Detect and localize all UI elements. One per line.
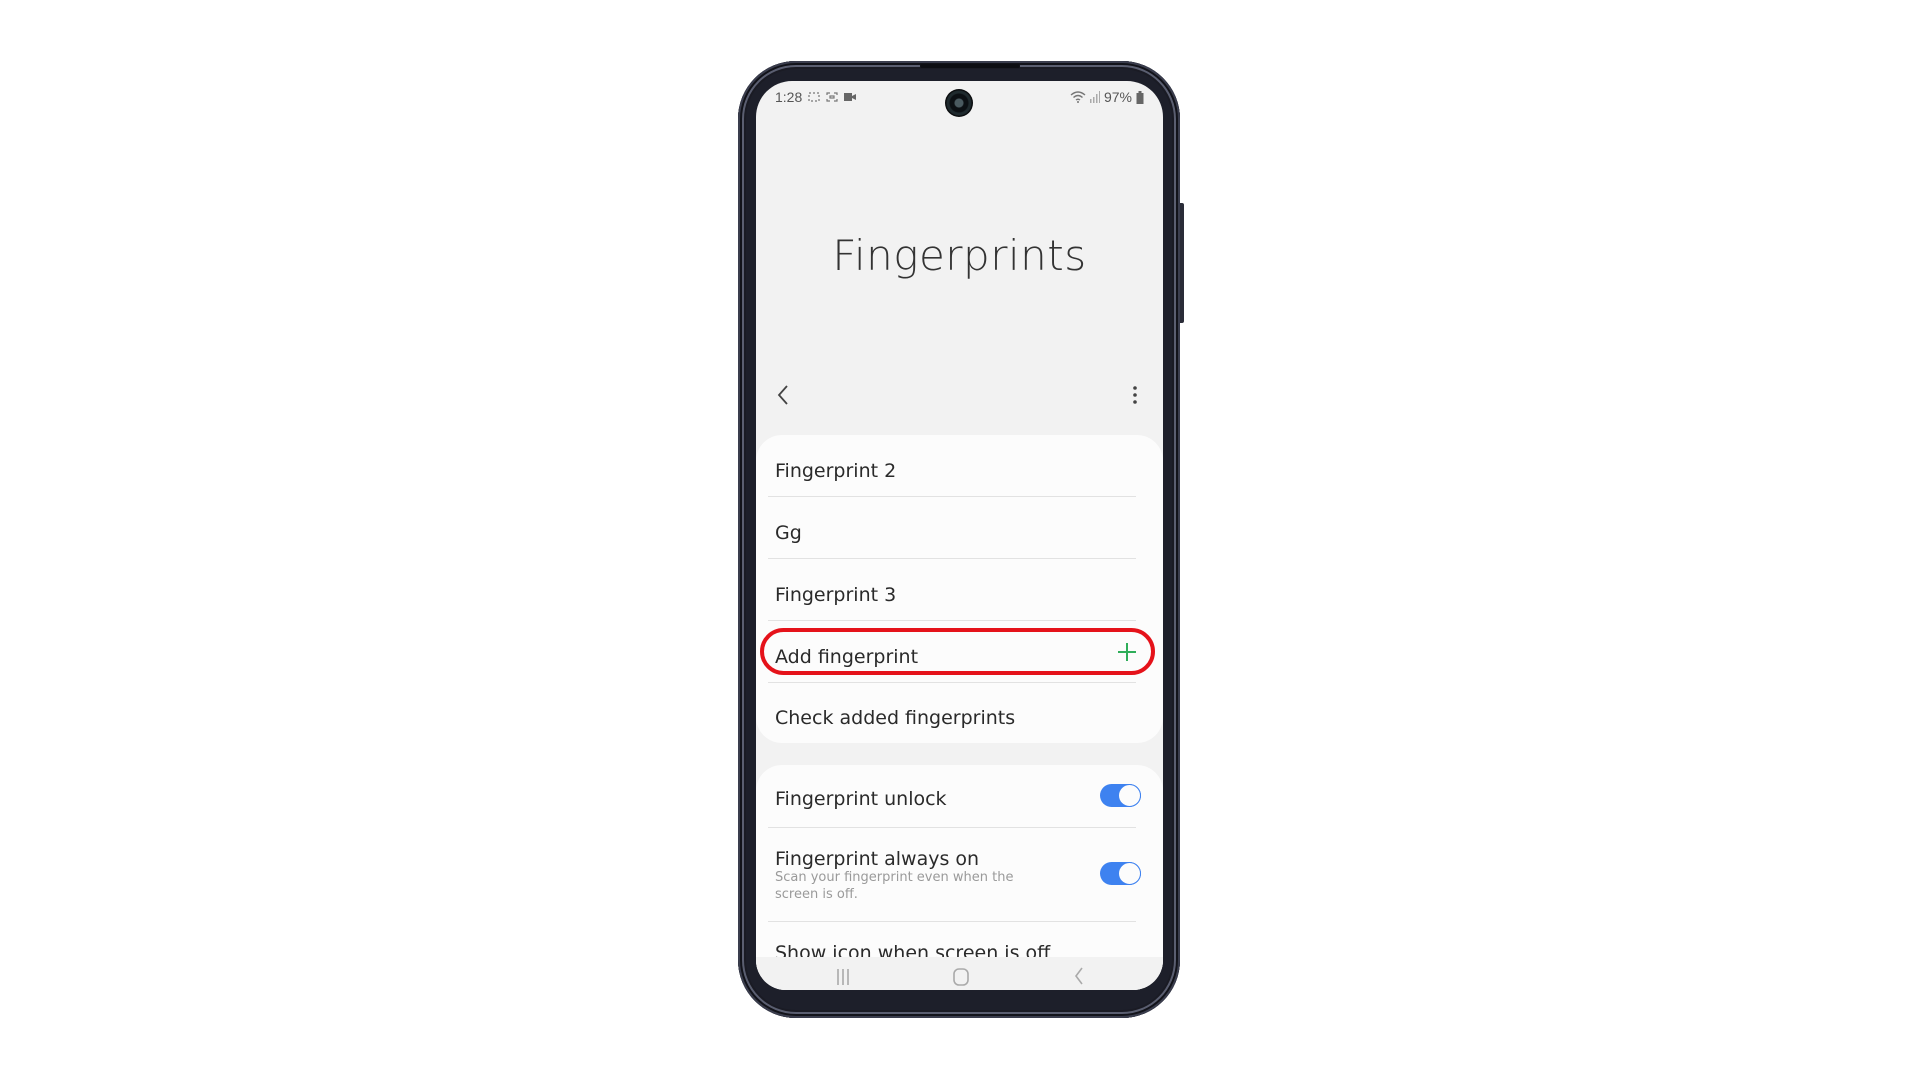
fingerprint-always-on-label: Fingerprint always on: [775, 848, 980, 870]
toggle-knob: [1118, 784, 1141, 807]
signal-icon: [1089, 91, 1100, 103]
divider: [768, 921, 1136, 922]
home-icon[interactable]: [952, 967, 970, 987]
list-item-gg[interactable]: Gg: [775, 522, 802, 544]
fingerprint-unlock-toggle[interactable]: [1100, 784, 1141, 807]
toggle-knob: [1118, 862, 1141, 885]
video-record-icon: [844, 93, 857, 101]
check-added-fingerprints-button[interactable]: Check added fingerprints: [775, 707, 1015, 729]
divider: [768, 496, 1136, 497]
list-item-fingerprint-3[interactable]: Fingerprint 3: [775, 584, 896, 606]
screen-capture-icon: [826, 92, 838, 102]
fingerprint-always-on-toggle[interactable]: [1100, 862, 1141, 885]
phone-speaker: [920, 64, 1020, 68]
phone-side-button: [1180, 203, 1184, 323]
phone-screen: 1:28 97% Fingerprints Fingerprint 2 Gg F…: [756, 81, 1163, 990]
list-item-fingerprint-2[interactable]: Fingerprint 2: [775, 460, 896, 482]
divider: [768, 558, 1136, 559]
fingerprints-card: Fingerprint 2 Gg Fingerprint 3 Add finge…: [756, 435, 1163, 743]
wifi-icon: [1070, 91, 1086, 103]
back-chevron-icon[interactable]: [777, 385, 789, 405]
battery-percentage: 97%: [1103, 89, 1132, 105]
add-fingerprint-highlight: [760, 628, 1155, 675]
divider: [768, 827, 1136, 828]
recents-icon[interactable]: [836, 969, 850, 985]
divider: [768, 682, 1136, 683]
more-options-icon[interactable]: [1132, 386, 1138, 404]
navigation-bar: [756, 957, 1163, 990]
fingerprint-always-on-description: Scan your fingerprint even when the scre…: [775, 870, 1014, 902]
fingerprint-unlock-label: Fingerprint unlock: [775, 788, 947, 810]
status-bar-right: 97%: [1070, 89, 1144, 105]
front-camera: [945, 89, 973, 117]
page-title: Fingerprints: [832, 231, 1087, 280]
status-bar-left: 1:28: [775, 89, 857, 105]
status-time: 1:28: [775, 89, 803, 105]
screenshot-icon: [808, 92, 820, 102]
back-icon[interactable]: [1074, 967, 1084, 985]
divider: [768, 620, 1136, 621]
battery-icon: [1136, 90, 1144, 104]
